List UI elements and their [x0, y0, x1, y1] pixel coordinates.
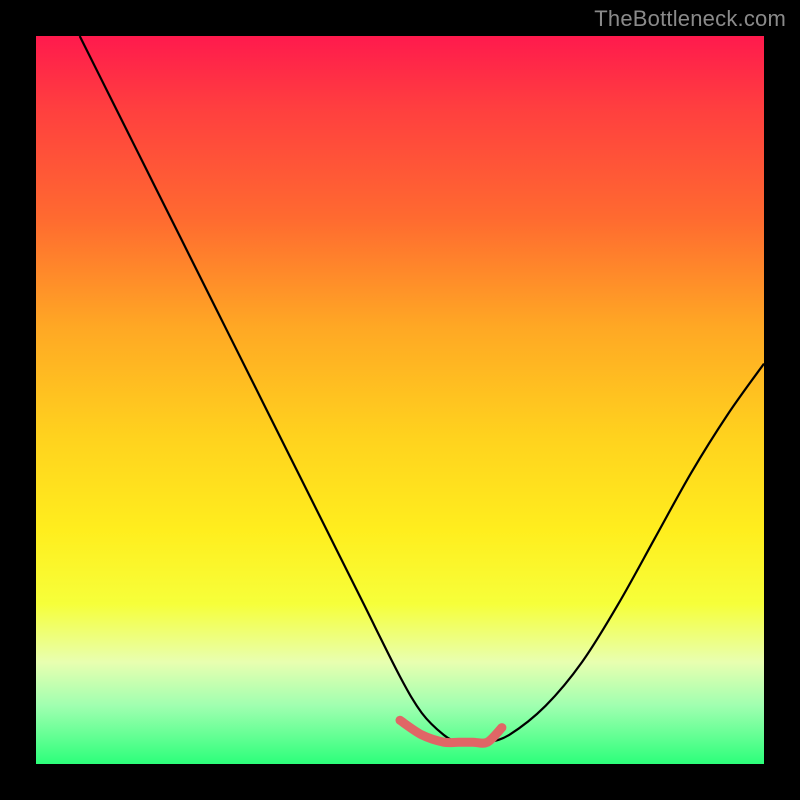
curve-layer	[36, 36, 764, 764]
chart-frame: TheBottleneck.com	[0, 0, 800, 800]
plot-area	[36, 36, 764, 764]
optimal-band-line	[400, 720, 502, 743]
bottleneck-curve-line	[80, 36, 764, 743]
watermark-text: TheBottleneck.com	[594, 6, 786, 32]
